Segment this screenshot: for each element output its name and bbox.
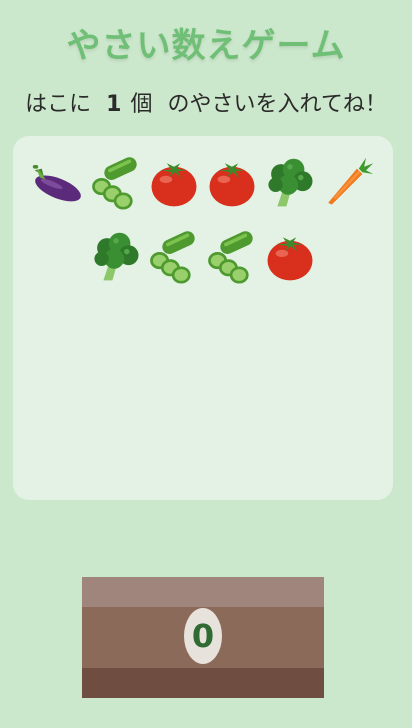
target-unit: 個 [130,92,153,117]
target-count: 1 [106,92,122,117]
instruction-text: はこに 1 個 のやさいを入れてね！ [0,86,412,118]
eggplant-icon[interactable] [31,156,85,210]
box-counter: 0 [184,608,222,664]
box-bottom [82,668,324,698]
instruction-suffix: のやさいを入れてね！ [167,92,387,117]
cucumber-icon[interactable] [147,230,201,284]
vegetable-area [13,136,393,500]
box-lid [82,577,324,607]
cucumber-icon[interactable] [205,230,259,284]
drop-box[interactable]: 0 [82,577,324,698]
broccoli-icon[interactable] [89,230,143,284]
game-title: やさい数えゲーム [66,26,346,66]
instruction-prefix: はこに [25,92,92,117]
cucumber-icon[interactable] [89,156,143,210]
tomato-icon[interactable] [205,156,259,210]
carrot-icon[interactable] [321,156,375,210]
tomato-icon[interactable] [263,230,317,284]
broccoli-icon[interactable] [263,156,317,210]
tomato-icon[interactable] [147,156,201,210]
